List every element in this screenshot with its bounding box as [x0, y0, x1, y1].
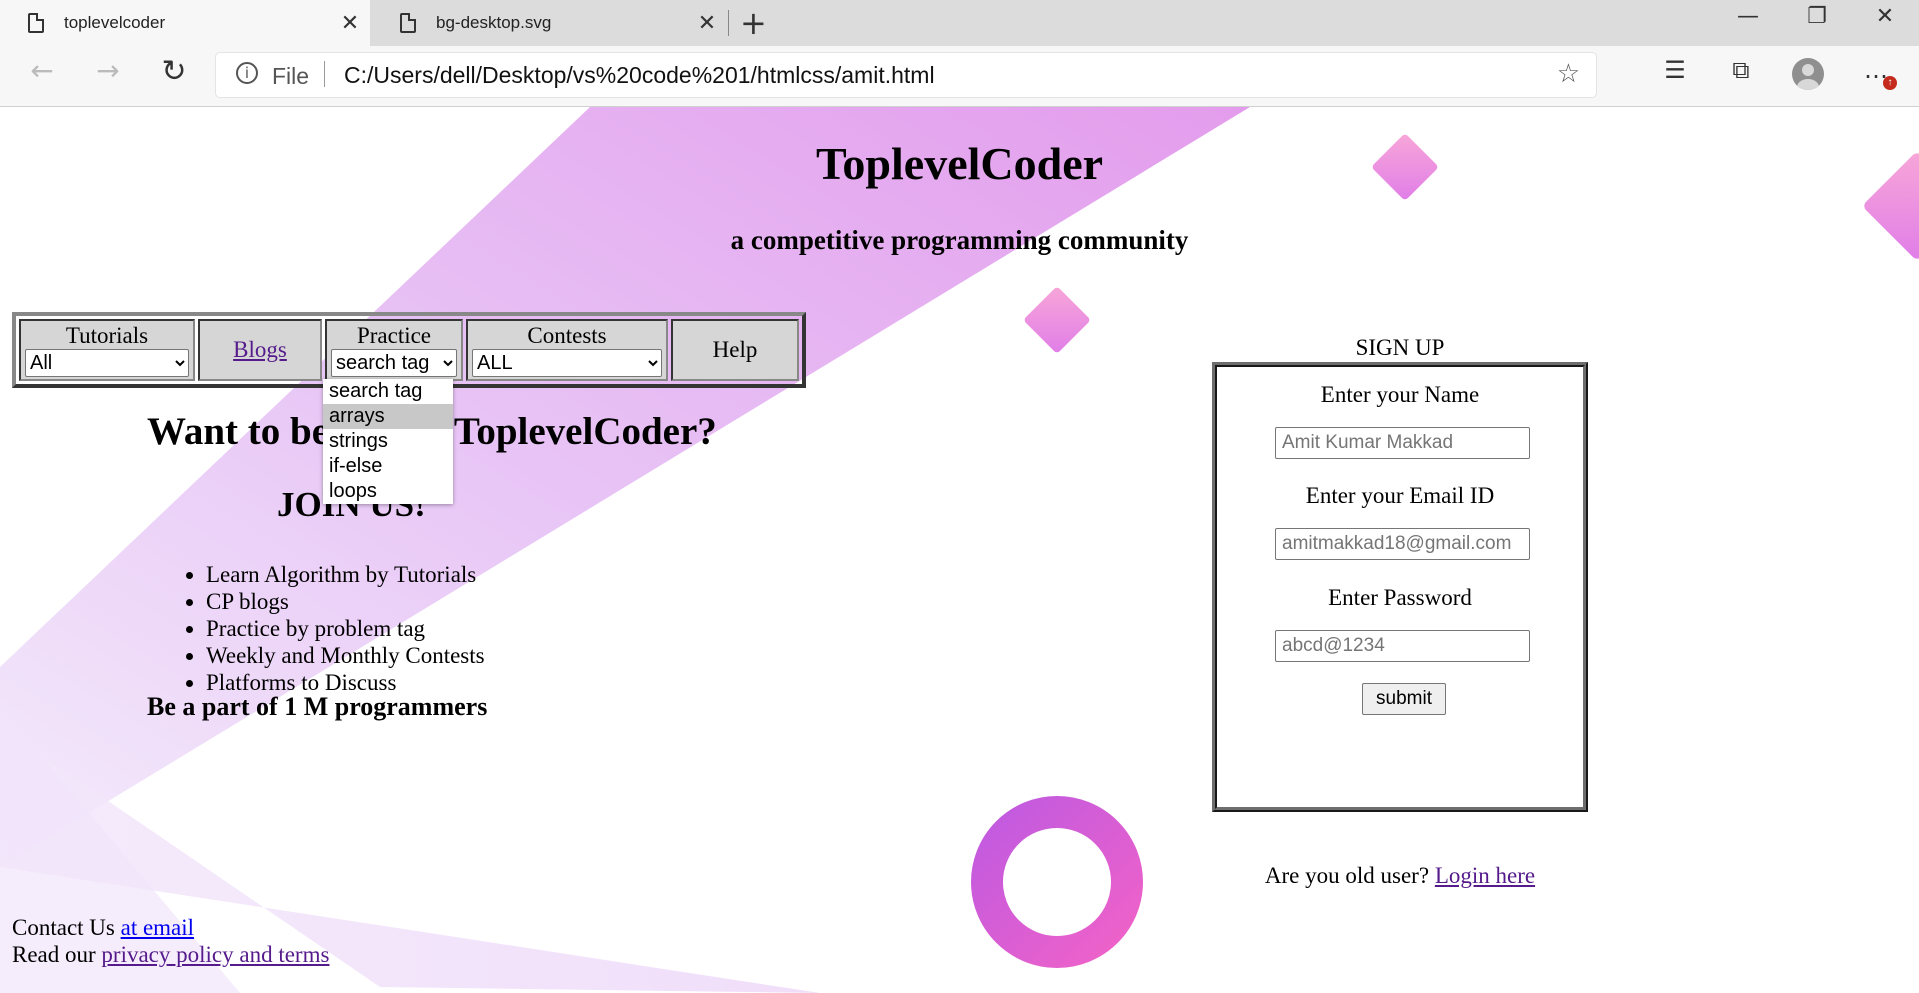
- dropdown-option[interactable]: strings: [323, 429, 453, 454]
- list-item: Learn Algorithm by Tutorials: [206, 561, 485, 588]
- tab-title: toplevelcoder: [64, 13, 166, 32]
- name-label: Enter your Name: [1320, 382, 1480, 407]
- address-bar-row: ← → ↻ i File C:/Users/dell/Desktop/vs%20…: [0, 46, 1919, 107]
- footer-contact: Contact Us at email Read our privacy pol…: [12, 914, 329, 968]
- tutorials-select[interactable]: All: [25, 349, 189, 377]
- nav-tutorials: Tutorials All: [19, 319, 195, 381]
- old-user-prompt: Are you old user? Login here: [1212, 863, 1588, 889]
- password-label: Enter Password: [1328, 585, 1472, 610]
- practice-label: Practice: [356, 323, 432, 348]
- forward-icon[interactable]: →: [86, 54, 130, 87]
- diamond-shape: [1024, 287, 1090, 353]
- feature-list: Learn Algorithm by Tutorials CP blogs Pr…: [166, 561, 485, 696]
- list-item: Practice by problem tag: [206, 615, 485, 642]
- name-field[interactable]: [1275, 427, 1530, 459]
- signup-form: Enter your Name Enter your Email ID Ente…: [1212, 362, 1588, 812]
- address-prefix: File: [272, 63, 310, 89]
- practice-select[interactable]: search tag: [331, 349, 457, 377]
- close-window-icon[interactable]: ✕: [1855, 4, 1915, 29]
- page-viewport: ToplevelCoder a competitive programming …: [0, 107, 1919, 993]
- close-tab-icon[interactable]: ✕: [687, 10, 727, 36]
- diagonal-band: [0, 107, 1250, 867]
- submit-button[interactable]: submit: [1362, 683, 1446, 715]
- ring-shape: [971, 796, 1143, 968]
- tab-toplevelcoder[interactable]: toplevelcoder ✕: [0, 0, 370, 46]
- star-icon[interactable]: ☆: [1557, 59, 1580, 89]
- tutorials-label: Tutorials: [65, 323, 149, 348]
- list-item: Weekly and Monthly Contests: [206, 642, 485, 669]
- nav-contests: Contests ALL: [466, 319, 668, 381]
- tab-bg-desktop[interactable]: bg-desktop.svg ✕: [372, 0, 727, 46]
- help-label: Help: [712, 337, 758, 362]
- list-item: CP blogs: [206, 588, 485, 615]
- dropdown-option[interactable]: if-else: [323, 454, 453, 479]
- collections-icon[interactable]: ⧉: [1721, 56, 1761, 84]
- tab-divider: [728, 10, 729, 36]
- info-icon[interactable]: i: [236, 62, 258, 84]
- blogs-link[interactable]: Blogs: [233, 337, 287, 362]
- email-field[interactable]: [1275, 528, 1530, 560]
- tagline: Be a part of 1 M programmers: [147, 692, 488, 721]
- page-subtitle: a competitive programming community: [730, 225, 1189, 255]
- page-title: ToplevelCoder: [815, 138, 1104, 189]
- privacy-text: Read our: [12, 942, 102, 967]
- contests-select[interactable]: ALL: [472, 349, 662, 377]
- nav-blogs: Blogs: [198, 319, 322, 381]
- minimize-icon[interactable]: —: [1718, 4, 1778, 29]
- dropdown-option[interactable]: search tag: [323, 379, 453, 404]
- password-field[interactable]: [1275, 630, 1530, 662]
- document-icon: [28, 13, 44, 33]
- practice-dropdown-list: search tag arrays strings if-else loops: [323, 379, 453, 504]
- dropdown-option-highlighted[interactable]: arrays: [323, 404, 453, 429]
- notification-badge: ↑: [1883, 76, 1897, 90]
- document-icon: [400, 13, 416, 33]
- favorites-icon[interactable]: ☰: [1655, 56, 1695, 84]
- nav-help[interactable]: Help: [671, 319, 799, 381]
- contact-text: Contact Us: [12, 915, 121, 940]
- login-link[interactable]: Login here: [1435, 863, 1535, 888]
- main-nav: Tutorials All Blogs Practice search tag …: [12, 312, 806, 388]
- back-icon[interactable]: ←: [20, 54, 64, 87]
- address-bar[interactable]: i File C:/Users/dell/Desktop/vs%20code%2…: [216, 53, 1596, 97]
- email-label: Enter your Email ID: [1305, 483, 1495, 508]
- new-tab-icon[interactable]: +: [740, 6, 767, 40]
- profile-icon[interactable]: [1792, 58, 1824, 90]
- signup-heading: SIGN UP: [1355, 335, 1445, 360]
- address-divider: [324, 61, 325, 87]
- old-user-text: Are you old user?: [1264, 863, 1435, 888]
- privacy-link[interactable]: privacy policy and terms: [101, 942, 329, 967]
- email-link[interactable]: at email: [121, 915, 194, 940]
- tab-strip: toplevelcoder ✕ bg-desktop.svg ✕ + — ❐ ✕: [0, 0, 1919, 46]
- close-tab-icon[interactable]: ✕: [330, 10, 370, 36]
- tab-title: bg-desktop.svg: [436, 13, 552, 32]
- url-text[interactable]: C:/Users/dell/Desktop/vs%20code%201/html…: [344, 62, 935, 89]
- reload-icon[interactable]: ↻: [152, 54, 196, 89]
- nav-practice: Practice search tag: [325, 319, 463, 381]
- dropdown-option[interactable]: loops: [323, 479, 453, 504]
- restore-icon[interactable]: ❐: [1787, 4, 1847, 29]
- contests-label: Contests: [527, 323, 607, 348]
